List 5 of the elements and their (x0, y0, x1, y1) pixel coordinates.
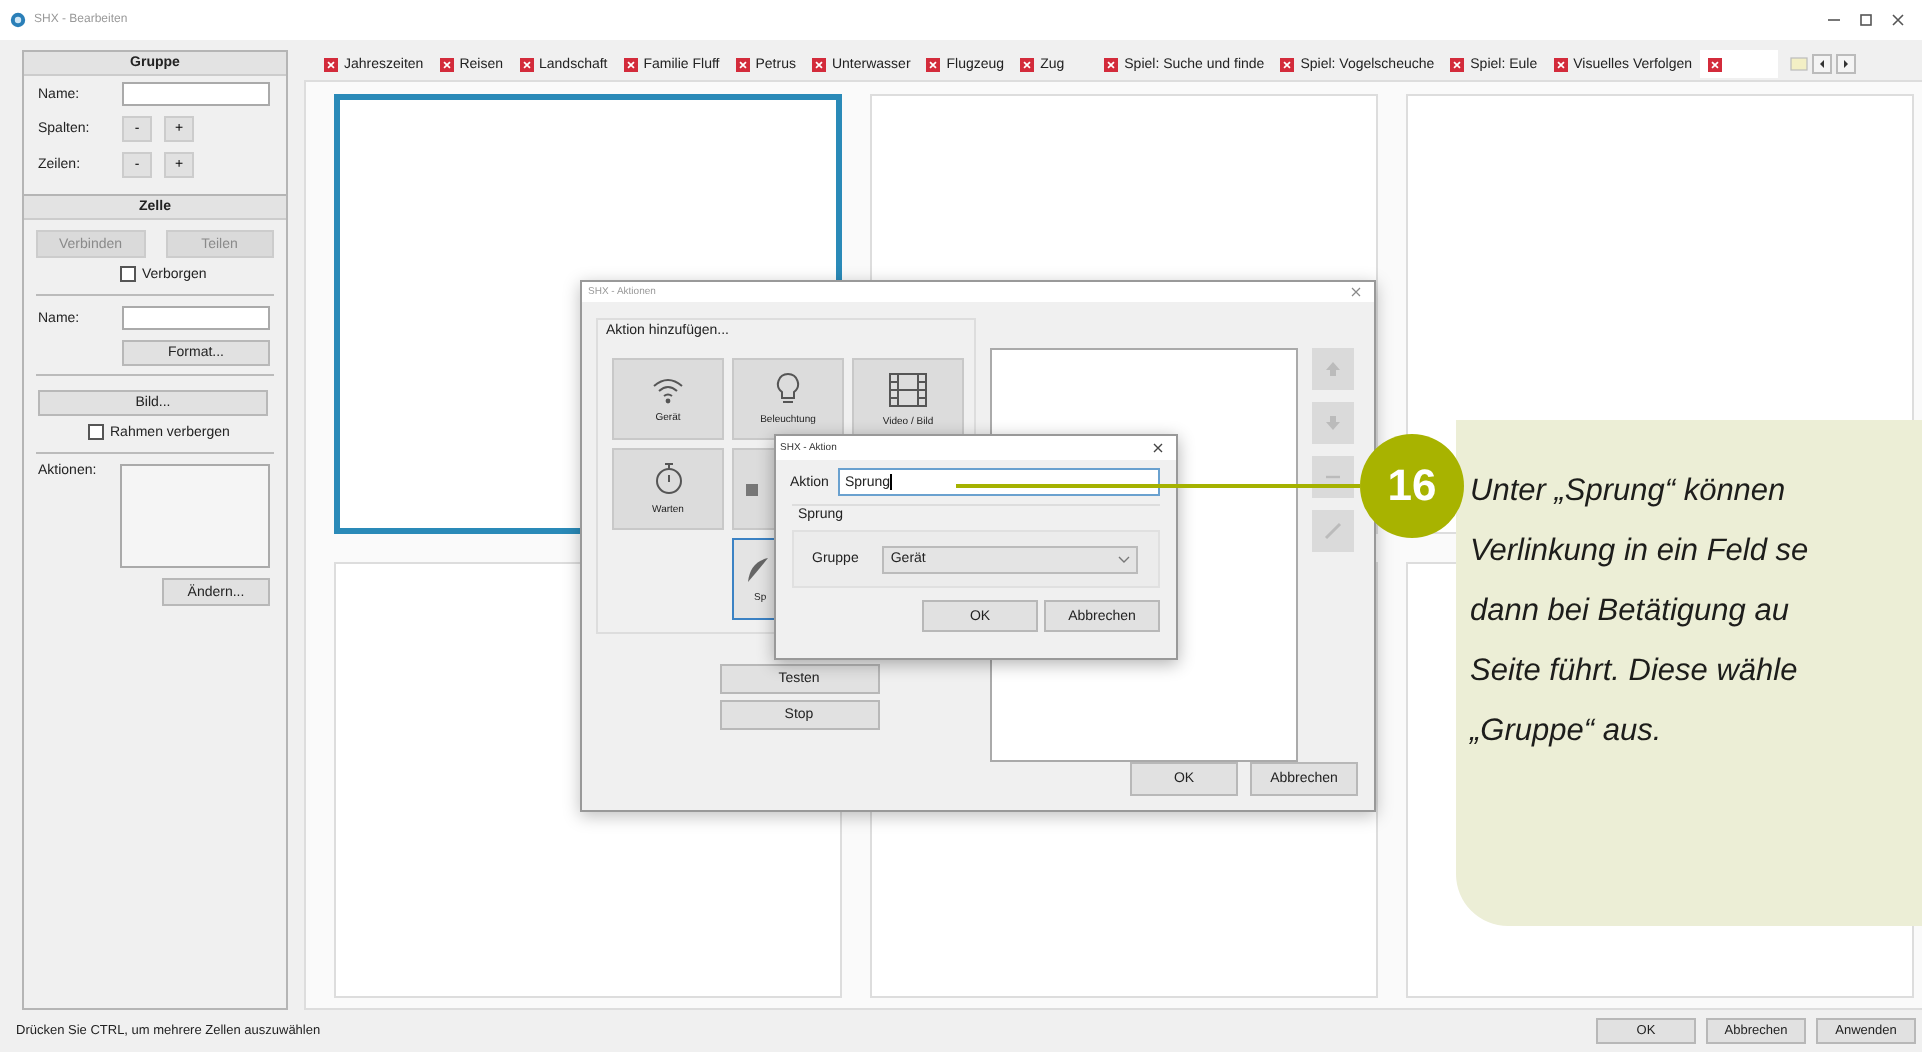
callout-text: Seite führt. Diese wähle (1470, 652, 1800, 692)
callout-text: „Gruppe“ aus. (1470, 712, 1664, 752)
callout-text: Unter „Sprung“ können (1470, 472, 1788, 512)
callout-text: Verlinkung in ein Feld se (1470, 532, 1811, 572)
callout-text: dann bei Betätigung au (1470, 592, 1791, 632)
